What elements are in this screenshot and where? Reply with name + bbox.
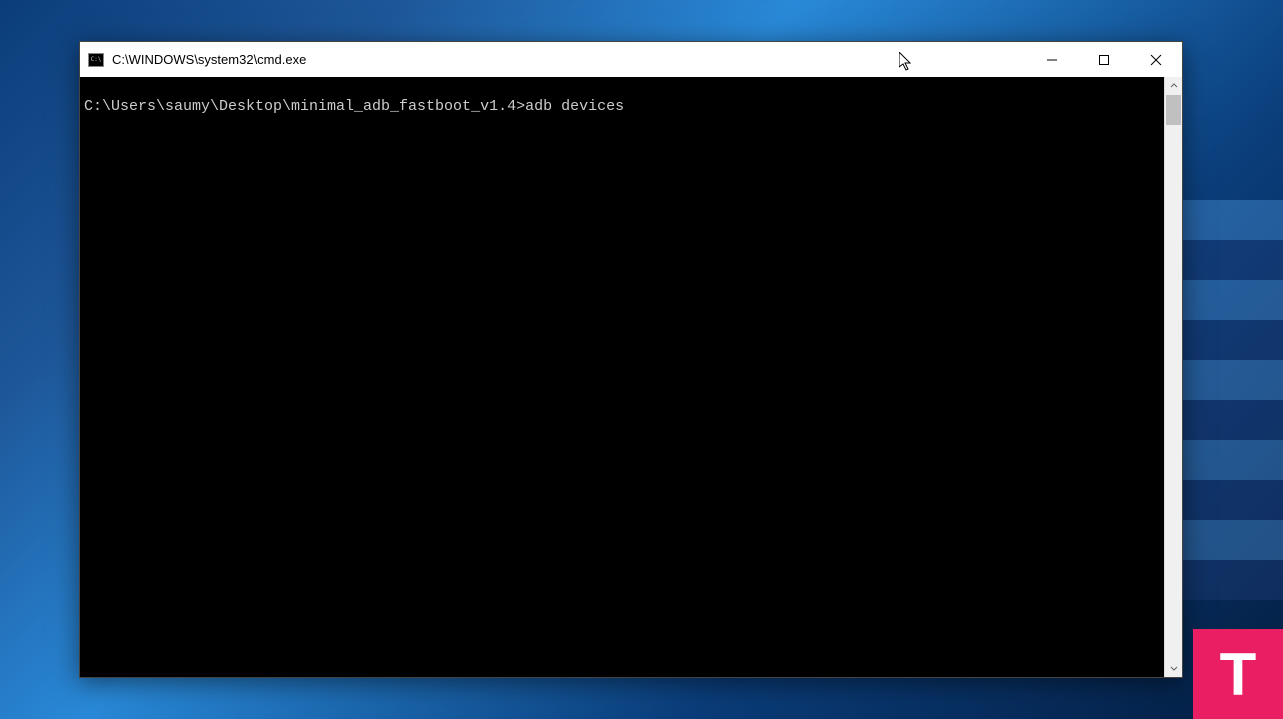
vertical-scrollbar[interactable] (1164, 77, 1182, 677)
minimize-button[interactable] (1026, 42, 1078, 77)
close-button[interactable] (1130, 42, 1182, 77)
terminal-line: C:\Users\saumy\Desktop\minimal_adb_fastb… (84, 97, 1160, 117)
maximize-icon (1098, 54, 1110, 66)
terminal-body[interactable]: C:\Users\saumy\Desktop\minimal_adb_fastb… (80, 77, 1164, 677)
close-icon (1150, 54, 1162, 66)
window-title: C:\WINDOWS\system32\cmd.exe (112, 52, 1026, 67)
scroll-down-button[interactable] (1165, 659, 1182, 677)
watermark-badge: T (1193, 629, 1283, 719)
terminal-area: C:\Users\saumy\Desktop\minimal_adb_fastb… (80, 77, 1182, 677)
titlebar[interactable]: C:\WINDOWS\system32\cmd.exe (80, 42, 1182, 77)
terminal-command: adb devices (525, 98, 624, 115)
scroll-track[interactable] (1165, 95, 1182, 659)
maximize-button[interactable] (1078, 42, 1130, 77)
cmd-window: C:\WINDOWS\system32\cmd.exe C:\Us (79, 41, 1183, 678)
cmd-icon (88, 53, 104, 67)
scroll-up-button[interactable] (1165, 77, 1182, 95)
desktop-background-decoration (1183, 200, 1283, 600)
terminal-prompt: C:\Users\saumy\Desktop\minimal_adb_fastb… (84, 98, 525, 115)
watermark-letter: T (1220, 640, 1257, 709)
scroll-thumb[interactable] (1166, 95, 1181, 125)
chevron-up-icon (1170, 82, 1178, 90)
window-controls (1026, 42, 1182, 77)
minimize-icon (1046, 54, 1058, 66)
chevron-down-icon (1170, 664, 1178, 672)
